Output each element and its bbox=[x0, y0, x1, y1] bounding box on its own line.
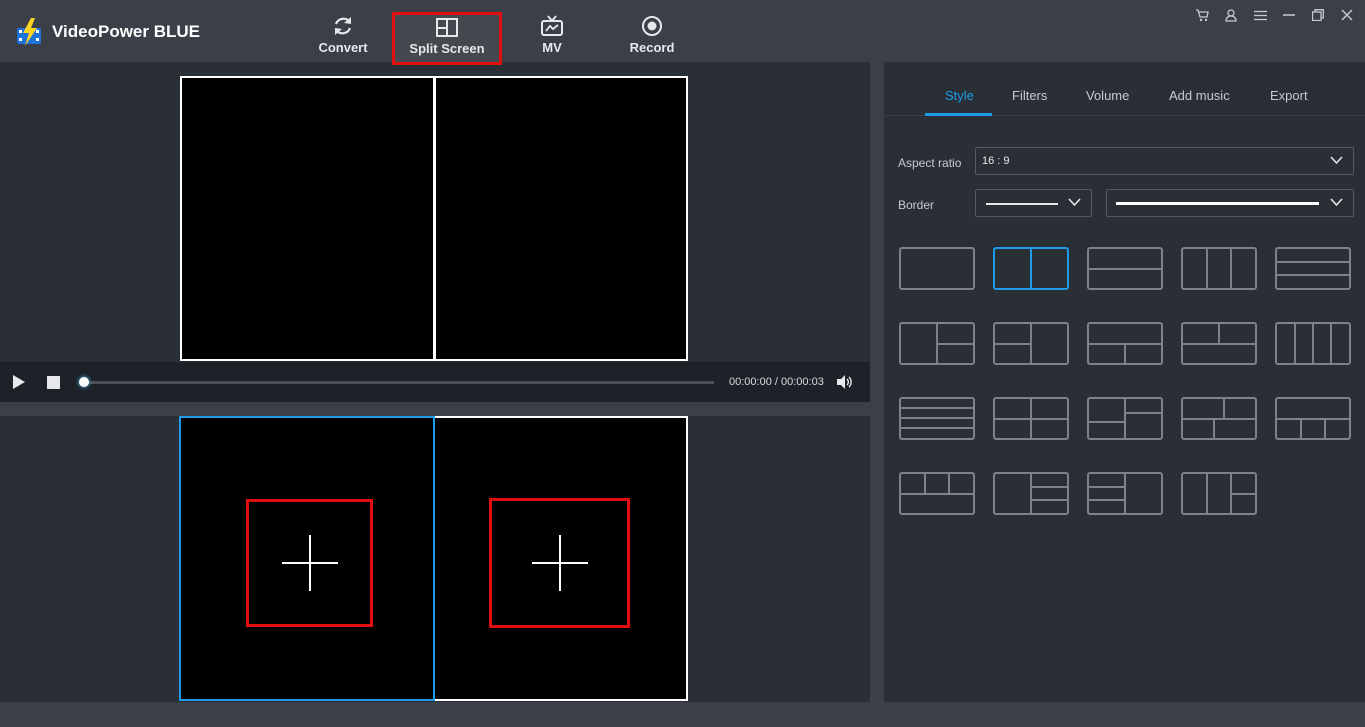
chevron-down-icon bbox=[1330, 156, 1343, 165]
layout-16[interactable] bbox=[899, 472, 975, 515]
border-label: Border bbox=[898, 198, 935, 212]
preview-frame bbox=[180, 76, 688, 361]
preview-cell-left bbox=[182, 78, 433, 359]
preview-area bbox=[0, 76, 870, 362]
progress-knob[interactable] bbox=[79, 377, 89, 387]
app-window: VideoPower BLUE Convert Split Screen MV … bbox=[0, 0, 1365, 727]
preview-cell-right bbox=[435, 78, 686, 359]
add-video-button-left[interactable] bbox=[246, 499, 373, 627]
layout-6[interactable] bbox=[899, 322, 975, 365]
add-video-button-right[interactable] bbox=[489, 498, 630, 628]
mv-button[interactable]: MV bbox=[497, 10, 607, 64]
tab-style[interactable]: Style bbox=[945, 88, 974, 103]
minimize-icon[interactable] bbox=[1279, 6, 1299, 24]
layout-4[interactable] bbox=[1181, 247, 1257, 290]
record-label: Record bbox=[629, 40, 675, 55]
layout-8[interactable] bbox=[1087, 322, 1163, 365]
player-bar: 00:00:00 / 00:00:03 bbox=[0, 362, 870, 402]
border-width-select[interactable] bbox=[1106, 189, 1354, 217]
play-icon[interactable] bbox=[12, 374, 26, 390]
layout-12[interactable] bbox=[993, 397, 1069, 440]
layout-1[interactable] bbox=[899, 247, 975, 290]
layout-7[interactable] bbox=[993, 322, 1069, 365]
tab-underline bbox=[925, 113, 992, 116]
close-icon[interactable] bbox=[1337, 6, 1357, 24]
edit-area bbox=[0, 416, 870, 702]
stop-icon[interactable] bbox=[47, 376, 60, 389]
restore-icon[interactable] bbox=[1308, 6, 1328, 24]
layout-19[interactable] bbox=[1181, 472, 1257, 515]
plus-icon bbox=[531, 535, 588, 591]
app-title: VideoPower BLUE bbox=[52, 22, 200, 41]
progress-track[interactable] bbox=[84, 381, 714, 384]
layout-9[interactable] bbox=[1181, 322, 1257, 365]
tab-export[interactable]: Export bbox=[1270, 88, 1308, 103]
aspect-ratio-select[interactable]: 16 : 9 bbox=[975, 147, 1354, 175]
chevron-down-icon bbox=[1068, 198, 1081, 207]
split-screen-button[interactable]: Split Screen bbox=[392, 12, 502, 65]
layout-13[interactable] bbox=[1087, 397, 1163, 440]
panel-divider bbox=[870, 62, 884, 702]
tv-icon bbox=[541, 15, 563, 36]
layout-14[interactable] bbox=[1181, 397, 1257, 440]
settings-tabs: Style Filters Volume Add music Export bbox=[884, 76, 1365, 116]
plus-icon bbox=[281, 535, 338, 591]
tab-add-music[interactable]: Add music bbox=[1169, 88, 1230, 103]
cart-icon[interactable] bbox=[1192, 6, 1212, 24]
border-line-preview bbox=[986, 203, 1058, 205]
layout-3[interactable] bbox=[1087, 247, 1163, 290]
border-width-preview bbox=[1116, 202, 1319, 205]
time-display: 00:00:00 / 00:00:03 bbox=[729, 376, 824, 388]
tab-filters[interactable]: Filters bbox=[1012, 88, 1047, 103]
refresh-icon bbox=[334, 17, 352, 35]
border-style-select[interactable] bbox=[975, 189, 1092, 217]
edit-cell-left[interactable] bbox=[179, 416, 435, 701]
layout-10[interactable] bbox=[1275, 322, 1351, 365]
convert-button[interactable]: Convert bbox=[288, 10, 398, 64]
layout-15[interactable] bbox=[1275, 397, 1351, 440]
record-icon bbox=[642, 16, 662, 36]
status-bar bbox=[0, 702, 1365, 727]
layout-2[interactable] bbox=[993, 247, 1069, 290]
aspect-ratio-value: 16 : 9 bbox=[982, 155, 1010, 167]
edit-cell-right[interactable] bbox=[435, 416, 688, 701]
tab-volume[interactable]: Volume bbox=[1086, 88, 1129, 103]
user-icon[interactable] bbox=[1221, 6, 1241, 24]
chevron-down-icon bbox=[1330, 198, 1343, 207]
mv-label: MV bbox=[542, 40, 562, 55]
convert-label: Convert bbox=[318, 40, 368, 55]
split-screen-label: Split Screen bbox=[409, 41, 485, 56]
volume-icon[interactable] bbox=[836, 374, 853, 390]
split-screen-icon bbox=[436, 18, 458, 37]
aspect-ratio-label: Aspect ratio bbox=[898, 156, 962, 170]
menu-icon[interactable] bbox=[1250, 6, 1270, 24]
top-bar: VideoPower BLUE Convert Split Screen MV … bbox=[0, 0, 1365, 65]
layout-11[interactable] bbox=[899, 397, 975, 440]
section-separator bbox=[0, 402, 870, 416]
layout-5[interactable] bbox=[1275, 247, 1351, 290]
record-button[interactable]: Record bbox=[597, 10, 707, 64]
layout-17[interactable] bbox=[993, 472, 1069, 515]
window-controls bbox=[1192, 6, 1357, 24]
brand: VideoPower BLUE bbox=[14, 16, 200, 48]
app-logo-icon bbox=[17, 18, 41, 46]
settings-panel: Style Filters Volume Add music Export As… bbox=[884, 76, 1365, 702]
layout-18[interactable] bbox=[1087, 472, 1163, 515]
